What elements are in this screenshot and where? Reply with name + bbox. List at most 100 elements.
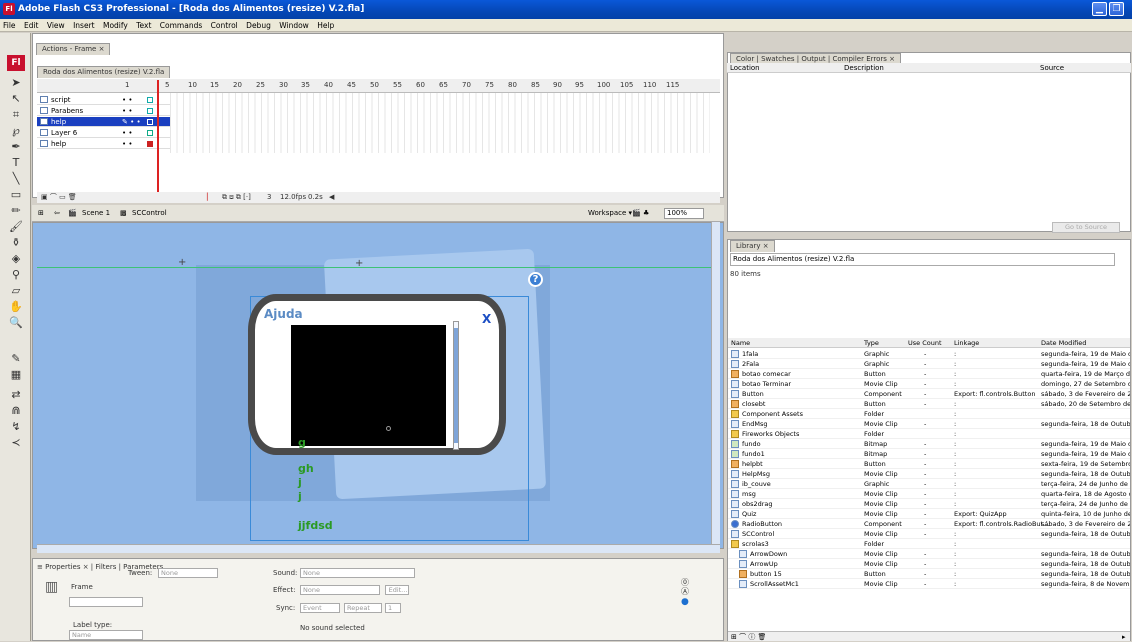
library-row[interactable]: helpbt Button -: sexta-feira, 19 de Setembr…: [728, 459, 1130, 469]
popup-close-button[interactable]: X: [482, 312, 491, 326]
go-to-source-button[interactable]: Go to Source: [1052, 222, 1120, 233]
library-row[interactable]: msg Movie Clip -: quarta-feira, 18 de Agost…: [728, 489, 1130, 499]
layer-outline-icon[interactable]: [147, 141, 153, 147]
subselection-tool-icon[interactable]: ↖: [6, 91, 26, 106]
col-description[interactable]: Description: [844, 63, 884, 73]
menu-modify[interactable]: Modify: [103, 21, 128, 30]
scene-label[interactable]: Scene 1: [82, 205, 110, 222]
library-row[interactable]: ib_couve Graphic -: terça-feira, 24 de Junh…: [728, 479, 1130, 489]
lasso-tool-icon[interactable]: ℘: [6, 123, 26, 138]
layer-row-selected[interactable]: help ✎ • •: [37, 117, 170, 127]
repeat-count[interactable]: 1: [385, 603, 401, 613]
workspace-menu[interactable]: Workspace ▾: [588, 205, 632, 222]
popup-scrollbar[interactable]: [453, 321, 459, 450]
layer-outline-icon[interactable]: [147, 97, 153, 103]
pen-tool-icon[interactable]: ✒: [6, 139, 26, 154]
onion-skin-icon[interactable]: ⧉ ⧈ ⧉ [·]: [222, 192, 251, 203]
layer-outline-icon[interactable]: [147, 130, 153, 136]
ink-bottle-icon[interactable]: ⚱: [6, 235, 26, 250]
hand-tool-icon[interactable]: ✋: [6, 299, 26, 314]
layer-row[interactable]: Layer 6 • •: [37, 128, 170, 138]
library-row[interactable]: button 15 Button -: segunda-feira, 18 de Ou…: [728, 569, 1130, 579]
accessibility-icon[interactable]: Ⓐ: [681, 586, 689, 597]
menu-control[interactable]: Control: [211, 21, 238, 30]
frame-grid[interactable]: [170, 93, 710, 153]
layer-visibility-icon[interactable]: • •: [122, 139, 132, 149]
library-row[interactable]: ScrollAssetMc1 Movie Clip -: segunda-feira,…: [728, 579, 1130, 589]
scroll-left-icon[interactable]: ◀: [329, 192, 334, 203]
rectangle-tool-icon[interactable]: ▭: [6, 187, 26, 202]
menu-commands[interactable]: Commands: [160, 21, 202, 30]
menu-help[interactable]: Help: [317, 21, 334, 30]
layer-row[interactable]: Parabens • •: [37, 106, 170, 116]
library-row[interactable]: 1fala Graphic -: segunda-feira, 19 de Maio …: [728, 349, 1130, 359]
label-type-select[interactable]: Name: [69, 630, 143, 640]
text-tool-icon[interactable]: T: [6, 155, 26, 170]
paint-bucket-icon[interactable]: ◈: [6, 251, 26, 266]
symbol-label[interactable]: SCControl: [132, 205, 167, 222]
layer-visibility-icon[interactable]: • •: [122, 128, 132, 138]
layer-row[interactable]: help • •: [37, 139, 170, 149]
actions-frame-tab[interactable]: Actions - Frame ×: [36, 43, 111, 55]
fill-color-icon[interactable]: ▦: [6, 367, 26, 382]
library-row[interactable]: EndMsg Movie Clip -: segunda-feira, 18 de O…: [728, 419, 1130, 429]
library-row[interactable]: fundo Bitmap -: segunda-feira, 19 de Maio d…: [728, 439, 1130, 449]
back-arrow-icon[interactable]: ⇦: [54, 205, 60, 222]
menu-file[interactable]: File: [3, 21, 16, 30]
layer-edit-icon[interactable]: ✎ • •: [122, 117, 141, 127]
layer-outline-icon[interactable]: [147, 108, 153, 114]
guide-line[interactable]: [37, 267, 720, 268]
library-row[interactable]: Button Component - Export: fl.controls.Butt…: [728, 389, 1130, 399]
library-row[interactable]: HelpMsg Movie Clip -: segunda-feira, 18 de …: [728, 469, 1130, 479]
library-tab[interactable]: Library ×: [730, 240, 775, 252]
stage-vertical-scrollbar[interactable]: [711, 222, 720, 545]
library-row[interactable]: Fireworks Objects Folder:: [728, 429, 1130, 439]
library-row[interactable]: scrolas3 Folder:: [728, 539, 1130, 549]
layer-visibility-icon[interactable]: • •: [122, 106, 132, 116]
library-row[interactable]: SCControl Movie Clip -: segunda-feira, 18 d…: [728, 529, 1130, 539]
add-layer-icon[interactable]: ▣ ⌒ ▭ 🗑: [41, 192, 77, 203]
effect-select[interactable]: None: [300, 585, 380, 595]
edit-scene-icon[interactable]: 🎬 ♣: [632, 205, 649, 222]
sound-select[interactable]: None: [300, 568, 415, 578]
library-row[interactable]: obs2drag Movie Clip -: terça-feira, 24 de J…: [728, 499, 1130, 509]
scrollbar-thumb[interactable]: [454, 328, 458, 443]
layer-visibility-icon[interactable]: • •: [122, 95, 132, 105]
library-row[interactable]: Quiz Movie Clip - Export: QuizApp quinta-fei…: [728, 509, 1130, 519]
library-document-select[interactable]: Roda dos Alimentos (resize) V.2.fla: [730, 253, 1115, 266]
col-type[interactable]: Type: [864, 338, 879, 348]
library-row[interactable]: 2Fala Graphic -: segunda-feira, 19 de Maio …: [728, 359, 1130, 369]
library-row[interactable]: botao Terminar Movie Clip -: domingo, 27 de…: [728, 379, 1130, 389]
minimize-button[interactable]: ▁: [1092, 2, 1107, 16]
frame-label-input[interactable]: [69, 597, 143, 607]
menu-insert[interactable]: Insert: [73, 21, 95, 30]
library-row[interactable]: fundo1 Bitmap -: segunda-feira, 19 de Maio …: [728, 449, 1130, 459]
playhead[interactable]: [157, 80, 159, 198]
col-linkage[interactable]: Linkage: [954, 338, 979, 348]
line-tool-icon[interactable]: ╲: [6, 171, 26, 186]
content-text-area[interactable]: [291, 325, 446, 446]
stage-horizontal-scrollbar[interactable]: [37, 544, 720, 553]
edit-button[interactable]: Edit...: [385, 585, 409, 595]
eraser-icon[interactable]: ▱: [6, 283, 26, 298]
menu-debug[interactable]: Debug: [246, 21, 271, 30]
playhead-marker-icon[interactable]: ▏: [207, 192, 212, 203]
layer-row[interactable]: script • •: [37, 95, 170, 105]
menu-view[interactable]: View: [47, 21, 65, 30]
straighten-icon[interactable]: ≺: [6, 435, 26, 450]
library-row[interactable]: botao comecar Button -: quarta-feira, 19 de…: [728, 369, 1130, 379]
layer-outline-icon[interactable]: [147, 119, 153, 125]
help-icon[interactable]: ?: [528, 272, 543, 287]
swap-colors-icon[interactable]: ⇄: [6, 387, 26, 402]
menu-window[interactable]: Window: [279, 21, 309, 30]
zoom-select[interactable]: 100%: [664, 208, 704, 219]
library-row[interactable]: closebt Button -: sábado, 20 de Setembro de…: [728, 399, 1130, 409]
brush-tool-icon[interactable]: 🖌: [6, 219, 26, 234]
library-row[interactable]: Component Assets Folder:: [728, 409, 1130, 419]
snap-icon[interactable]: ⋒: [6, 403, 26, 418]
free-transform-icon[interactable]: ⌗: [6, 107, 26, 122]
menu-text[interactable]: Text: [136, 21, 151, 30]
library-row[interactable]: RadioButton Component - Export: fl.controls…: [728, 519, 1130, 529]
col-use-count[interactable]: Use Count: [908, 338, 942, 348]
sync-select[interactable]: Event: [300, 603, 340, 613]
